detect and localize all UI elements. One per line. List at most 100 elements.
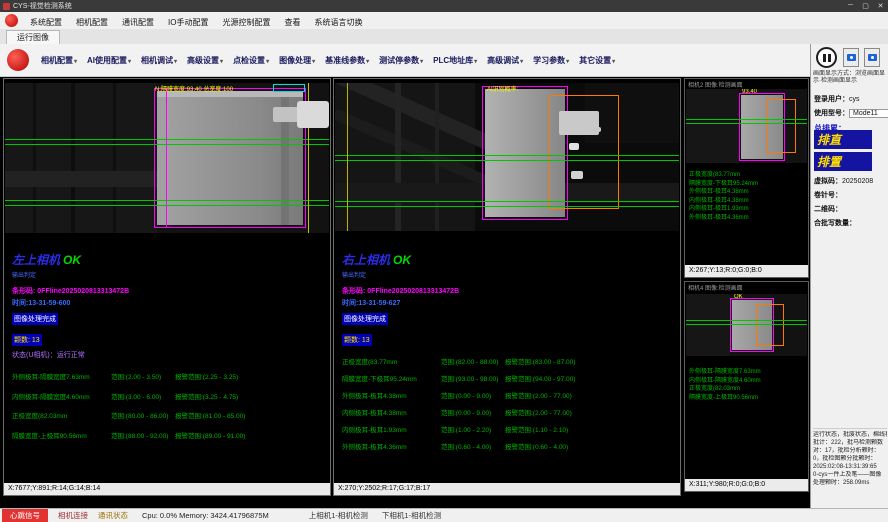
measurement-row: 内侧极耳-隔膜宽度4.60mm范围:(3.00 - 6.00)报警范围:(3.2… xyxy=(12,391,326,401)
toolbar-items: 相机配置▾AI使用配置▾相机调试▾高级设置▾点检设置▾图像处理▾基准线参数▾测试… xyxy=(36,55,620,66)
preview-panel-1: 相机2 图像:检测画面 93.40 正极宽度(83.77mm隔膜宽度-下极耳95… xyxy=(684,78,809,278)
time-text: 时间:13-31-59-627 xyxy=(342,298,676,308)
measurement-row: 外侧极耳-极耳4.38mm范围:(0.00 - 9.00)报警范围:(2.00 … xyxy=(342,390,676,400)
right-cursor-readout: X:270;Y:2502;R:17;G:17;B:17 xyxy=(334,483,680,495)
preview1-header: 相机2 图像:检测画面 xyxy=(688,80,743,89)
roi-box-orange-graphic xyxy=(756,304,784,346)
menu-items: 系统配置相机配置通讯配置IO手动配置光源控制配置查看系统语言切换 xyxy=(23,12,369,30)
reject-counter: 排置 xyxy=(814,152,872,171)
batch-label: 合批写数量： xyxy=(814,220,856,227)
statistics-line: 对：17，批检分析颗时： xyxy=(813,447,887,455)
comm-status: 通讯状态 xyxy=(98,510,128,521)
toolbar-item[interactable]: 图像处理▾ xyxy=(274,55,320,66)
menu-item[interactable]: 通讯配置 xyxy=(115,18,161,27)
status-badge: OK xyxy=(393,253,411,267)
measurement-row: 外侧极耳-极耳4.36mm范围:(0.60 - 4.00)报警范围:(0.60 … xyxy=(342,441,676,451)
left-camera-results: 左上相机OK 输出判定 条形码: 0FFline2025020813313472… xyxy=(12,251,326,449)
right-camera-image[interactable]: AI识别概率: xyxy=(335,83,679,231)
statistics-line: 运行状态，批废状态，棉线状态 xyxy=(813,431,887,439)
model-select[interactable]: Mode11 xyxy=(849,109,888,118)
toolbar-item[interactable]: PLC地址库▾ xyxy=(428,55,482,66)
title-bar: CYS-视觉检测系统 ─ ▢ ✕ xyxy=(0,0,888,12)
menu-item[interactable]: 系统配置 xyxy=(23,18,69,27)
statistics-line: 2025:02:08-13:31:39:65 xyxy=(813,463,887,471)
camera-name: 左上相机 xyxy=(12,253,60,267)
measurement-list: 正极宽度(83.77mm范围:(82.00 - 88.00)报警范围:(83.0… xyxy=(342,356,676,451)
preview1-image[interactable]: 93.40 xyxy=(686,89,807,163)
toolbar-item[interactable]: 其它设置▾ xyxy=(574,55,620,66)
toolbar: 相机配置▾AI使用配置▾相机调试▾高级设置▾点检设置▾图像处理▾基准线参数▾测试… xyxy=(0,44,810,77)
toolbar-item[interactable]: 相机配置▾ xyxy=(36,55,82,66)
chevron-down-icon: ▾ xyxy=(420,59,423,65)
right-camera-results: 右上相机OK 输出判定 条形码: 0FFline2025020813313472… xyxy=(342,251,676,458)
tab-run-image[interactable]: 运行图像 xyxy=(6,30,60,44)
menu-bar: 系统配置相机配置通讯配置IO手动配置光源控制配置查看系统语言切换 xyxy=(0,12,888,30)
display-mode-text: 画面显示方式：浏览画面显示·检测画面显示 xyxy=(813,71,887,85)
preview-panel-2: 相机4 图像:检测画面 OK 外侧极耳-隔膜宽度7.63mm内侧极耳-隔膜宽度4… xyxy=(684,281,809,492)
time-text: 时间:13-31-59-600 xyxy=(12,298,326,308)
app-icon xyxy=(3,3,10,10)
measurement-row: 正极宽度(83.77mm范围:(82.00 - 88.00)报警范围:(83.0… xyxy=(342,356,676,366)
camera-name: 右上相机 xyxy=(342,253,390,267)
process-status: 图像处理完成 xyxy=(12,313,58,325)
toolbar-item[interactable]: 学习参数▾ xyxy=(528,55,574,66)
toolbar-item[interactable]: 高级设置▾ xyxy=(182,55,228,66)
preview2-overlay-text: OK xyxy=(734,294,743,300)
preview-measure-line: 正极宽度(83.77mm xyxy=(689,171,758,180)
application-window: CYS-视觉检测系统 ─ ▢ ✕ 系统配置相机配置通讯配置IO手动配置光源控制配… xyxy=(0,0,888,522)
menu-item[interactable]: IO手动配置 xyxy=(161,18,215,27)
chevron-down-icon: ▾ xyxy=(366,59,369,65)
camera-view-1-button[interactable] xyxy=(843,48,859,67)
menu-item[interactable]: 系统语言切换 xyxy=(307,18,369,27)
model-label: 使用型号： xyxy=(814,110,849,117)
reject-counter: 排直 xyxy=(814,130,872,149)
upper-camera-test-button[interactable]: 上相机1-相机检测 xyxy=(309,510,368,521)
preview-measure-line: 内侧极耳-极耳4.38mm xyxy=(689,197,758,206)
chevron-down-icon: ▾ xyxy=(128,59,131,65)
camera-view-2-button[interactable] xyxy=(864,48,880,67)
measurement-row: 外侧极耳-隔膜宽度7.63mm范围:(2.00 - 3.50)报警范围:(2.2… xyxy=(12,371,326,381)
toolbar-item[interactable]: 基准线参数▾ xyxy=(320,55,374,66)
preview2-header: 相机4 图像:检测画面 xyxy=(688,283,743,292)
preview2-image[interactable]: OK xyxy=(686,294,807,356)
toolbar-item[interactable]: 点检设置▾ xyxy=(228,55,274,66)
close-button[interactable]: ✕ xyxy=(873,2,888,10)
count-text: 颗数: 13 xyxy=(12,334,42,346)
output-judgement: 输出判定 xyxy=(342,270,676,279)
preview1-measurements: 正极宽度(83.77mm隔膜宽度-下极耳95.24mm外侧极耳-极耳4.38mm… xyxy=(689,171,758,222)
process-status: 图像处理完成 xyxy=(342,313,388,325)
left-overlay-text: N:隔膜宽度:93.40 总宽度:100 xyxy=(155,84,233,93)
roi-box-orange-graphic xyxy=(766,99,796,153)
chevron-down-icon: ▾ xyxy=(74,59,77,65)
toolbar-item[interactable]: AI使用配置▾ xyxy=(82,55,136,66)
pause-button[interactable] xyxy=(816,47,837,68)
menu-item[interactable]: 查看 xyxy=(277,18,307,27)
chevron-down-icon: ▾ xyxy=(312,59,315,65)
cpu-memory-readout: Cpu: 0.0% Memory: 3424.41796875M xyxy=(142,511,269,520)
preview2-measurements: 外侧极耳-隔膜宽度7.63mm内侧极耳-隔膜宽度4.60mm正极宽度(82.03… xyxy=(689,368,761,402)
measurement-row: 正极宽度(82.03mm范围:(80.00 - 86.00)报警范围:(81.0… xyxy=(12,410,326,420)
statistics-line: 0，批检图颗分批颗时： xyxy=(813,455,887,463)
preview-measure-line: 内侧极耳-隔膜宽度4.60mm xyxy=(689,377,761,386)
maximize-button[interactable]: ▢ xyxy=(858,2,873,10)
measurement-row: 内侧极耳-极耳4.38mm范围:(0.00 - 9.00)报警范围:(2.00 … xyxy=(342,407,676,417)
preview-measure-line: 隔膜宽度-下极耳95.24mm xyxy=(689,180,758,189)
lower-camera-test-button[interactable]: 下相机1-相机检测 xyxy=(382,510,441,521)
toolbar-item[interactable]: 相机调试▾ xyxy=(136,55,182,66)
heartbeat-badge[interactable]: 心跳信号 xyxy=(2,509,48,522)
chevron-down-icon: ▾ xyxy=(566,59,569,65)
toolbar-item[interactable]: 高级调试▾ xyxy=(482,55,528,66)
menu-item[interactable]: 光源控制配置 xyxy=(215,18,277,27)
preview1-overlay-text: 93.40 xyxy=(742,89,757,95)
roller-graphic xyxy=(273,107,299,122)
chevron-down-icon: ▾ xyxy=(220,59,223,65)
toolbar-item[interactable]: 测试停参数▾ xyxy=(374,55,428,66)
left-camera-image[interactable]: N:隔膜宽度:93.40 总宽度:100 xyxy=(5,83,329,233)
side-panel: 画面显示方式：浏览画面显示·检测画面显示 登录用户：cys 使用型号：Mode1… xyxy=(810,44,888,508)
preview-measure-line: 内侧极耳-极耳1.93mm xyxy=(689,205,758,214)
menu-item[interactable]: 相机配置 xyxy=(69,18,115,27)
minimize-button[interactable]: ─ xyxy=(843,2,858,10)
camera-icon xyxy=(868,54,877,61)
window-title: CYS-视觉检测系统 xyxy=(13,1,72,11)
status-badge: OK xyxy=(63,253,81,267)
